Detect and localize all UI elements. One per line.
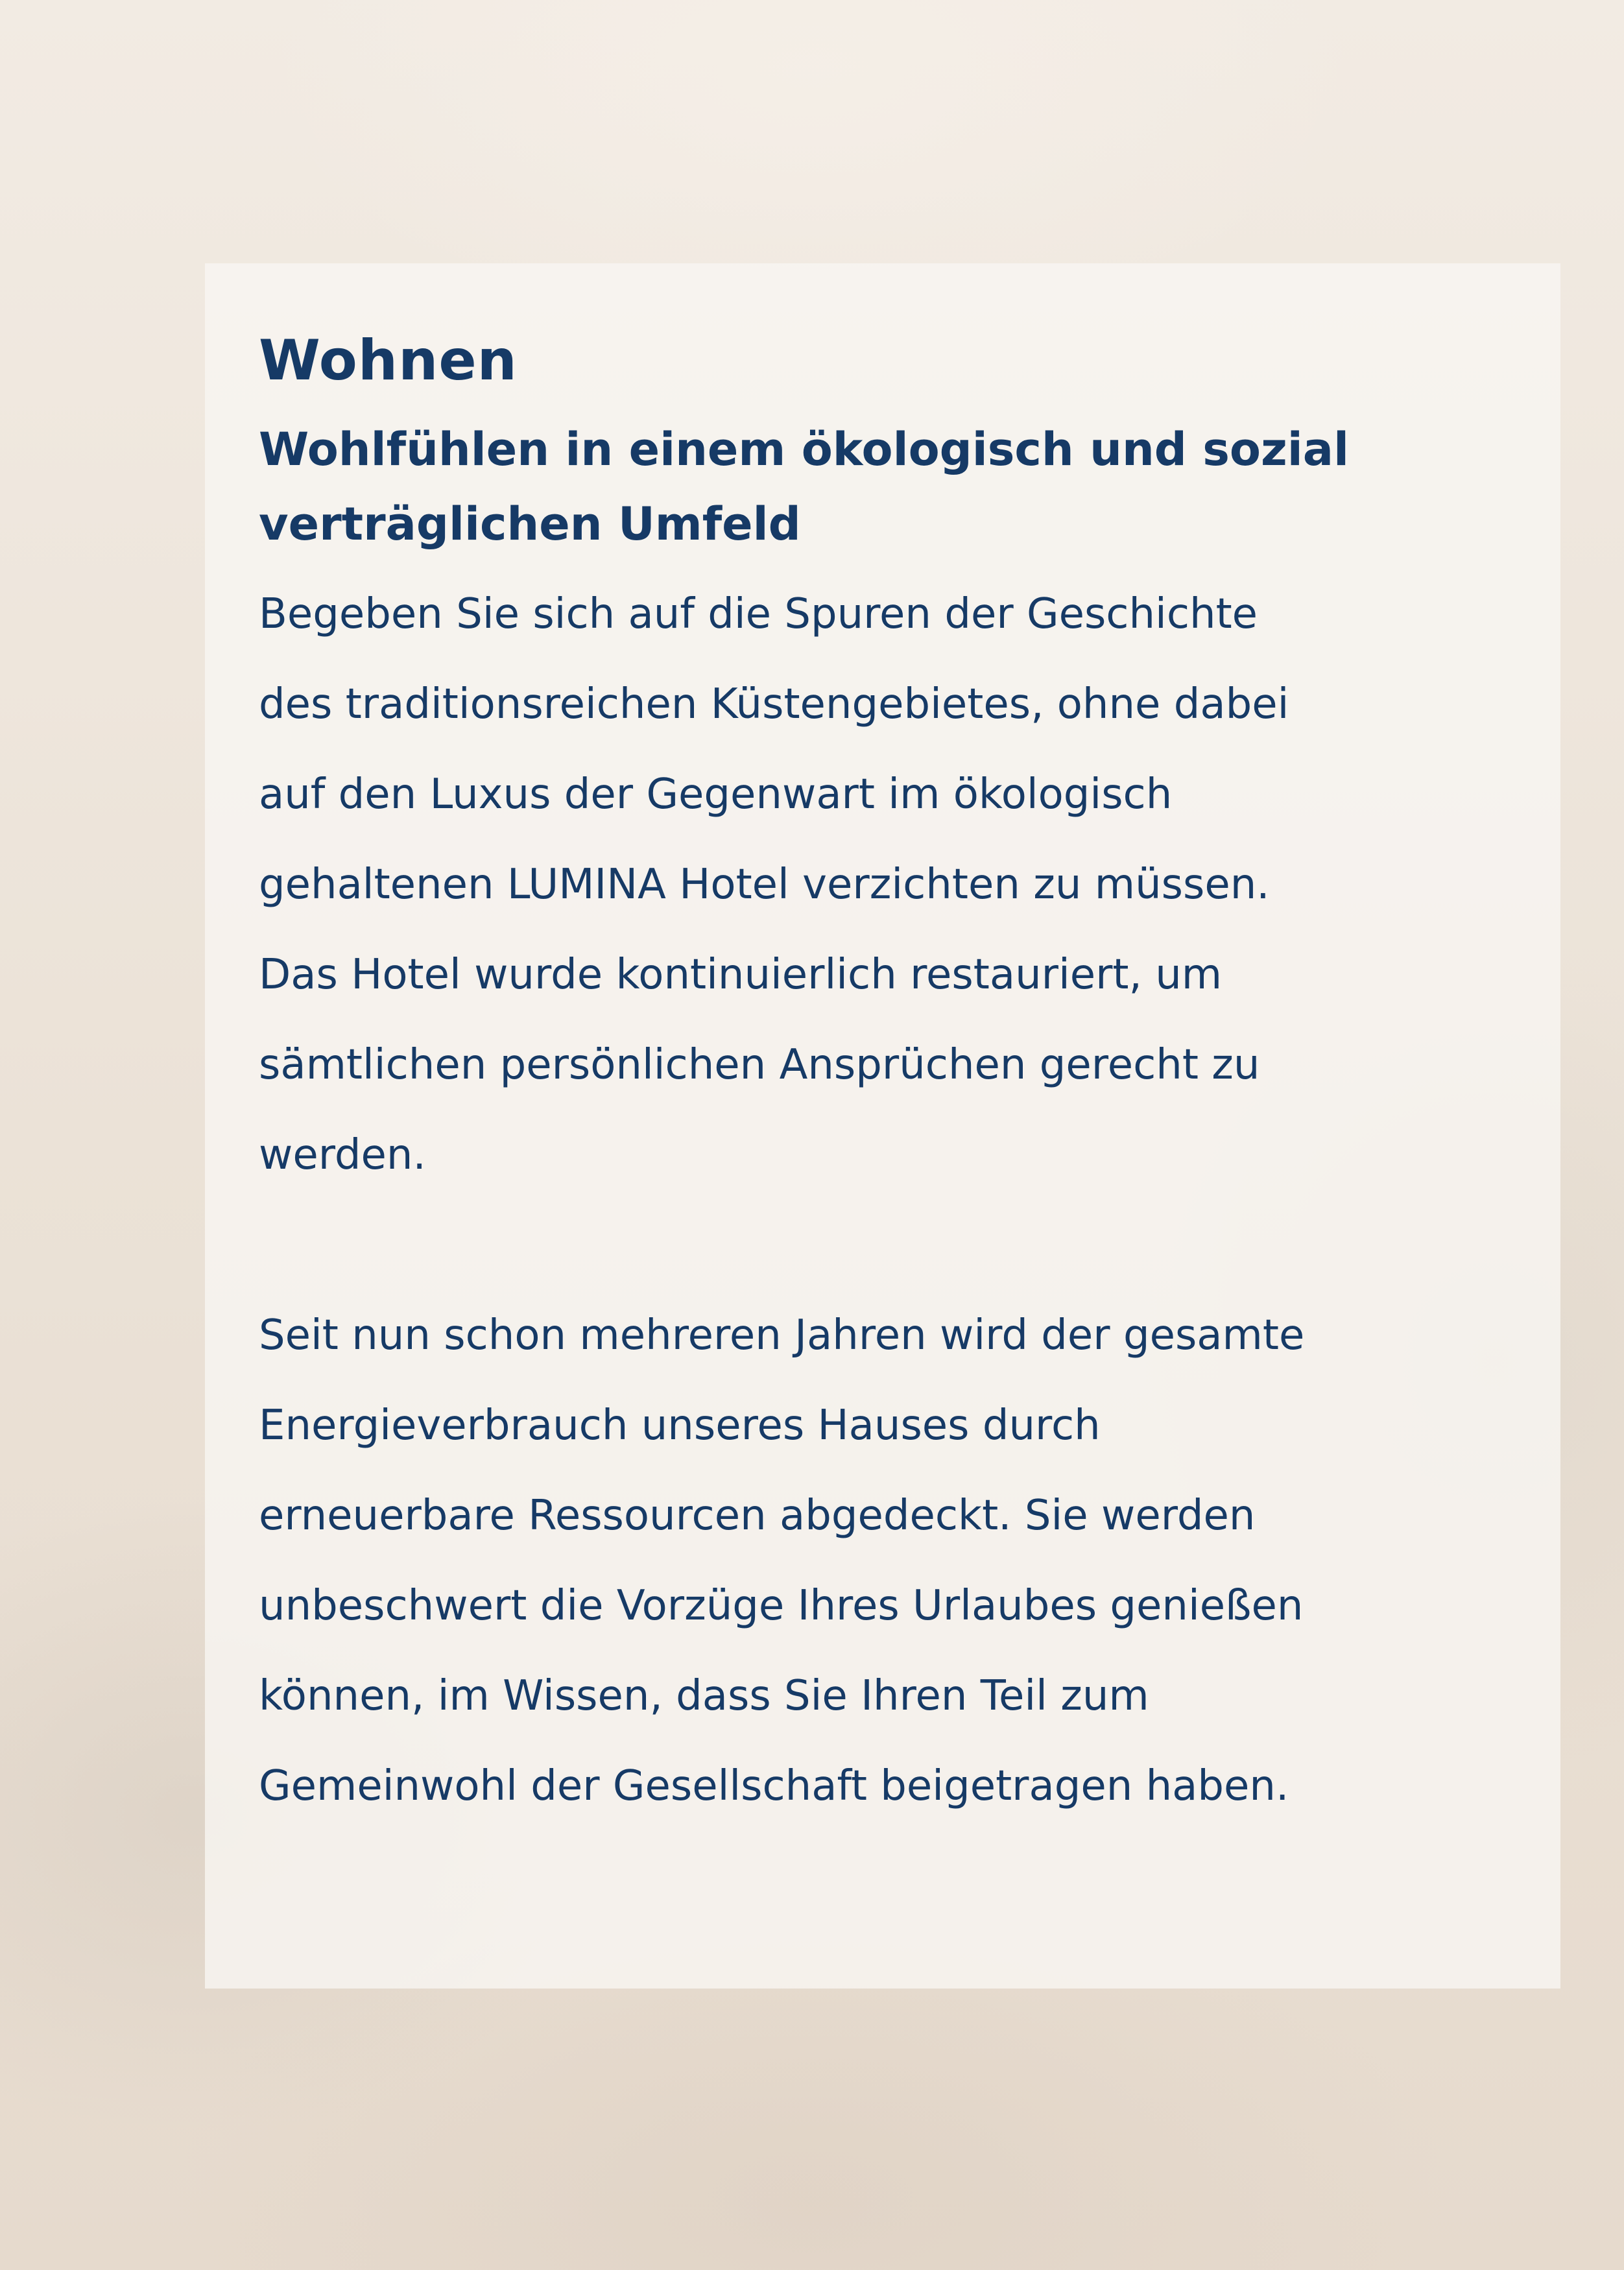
paragraph-line: Begeben Sie sich auf die Spuren der Gesc… — [259, 590, 1258, 638]
paragraph-line: Energieverbrauch unseres Hauses durch — [259, 1402, 1101, 1450]
paragraph-line: des traditionsreichen Küstengebietes, oh… — [259, 680, 1289, 728]
subtitle-line: Wohlfühlen in einem ökologisch und sozia… — [259, 423, 1349, 476]
paragraph-line: Gemeinwohl der Gesellschaft beigetragen … — [259, 1762, 1289, 1810]
paragraph-line: können, im Wissen, dass Sie Ihren Teil z… — [259, 1672, 1149, 1720]
subtitle-line: verträglichen Umfeld — [259, 497, 801, 551]
content-card: Wohnen Wohlfühlen in einem ökologisch un… — [205, 263, 1560, 1989]
paragraph-line: werden. — [259, 1131, 426, 1179]
section-title: Wohnen — [259, 328, 518, 393]
paragraph-line: gehaltenen LUMINA Hotel verzichten zu mü… — [259, 861, 1270, 909]
paragraph-line: Seit nun schon mehreren Jahren wird der … — [259, 1311, 1305, 1359]
paragraph-line: sämtlichen persönlichen Ansprüchen gerec… — [259, 1041, 1260, 1089]
paragraph-line: Das Hotel wurde kontinuierlich restaurie… — [259, 951, 1223, 999]
paragraph-line: erneuerbare Ressourcen abgedeckt. Sie we… — [259, 1492, 1256, 1540]
section-subtitle: Wohlfühlen in einem ökologisch und sozia… — [259, 412, 1523, 562]
paragraph-history: Begeben Sie sich auf die Spuren der Gesc… — [259, 569, 1549, 1201]
paragraph-energy: Seit nun schon mehreren Jahren wird der … — [259, 1291, 1549, 1832]
paragraph-line: auf den Luxus der Gegenwart im ökologisc… — [259, 771, 1173, 818]
paragraph-line: unbeschwert die Vorzüge Ihres Urlaubes g… — [259, 1582, 1304, 1630]
